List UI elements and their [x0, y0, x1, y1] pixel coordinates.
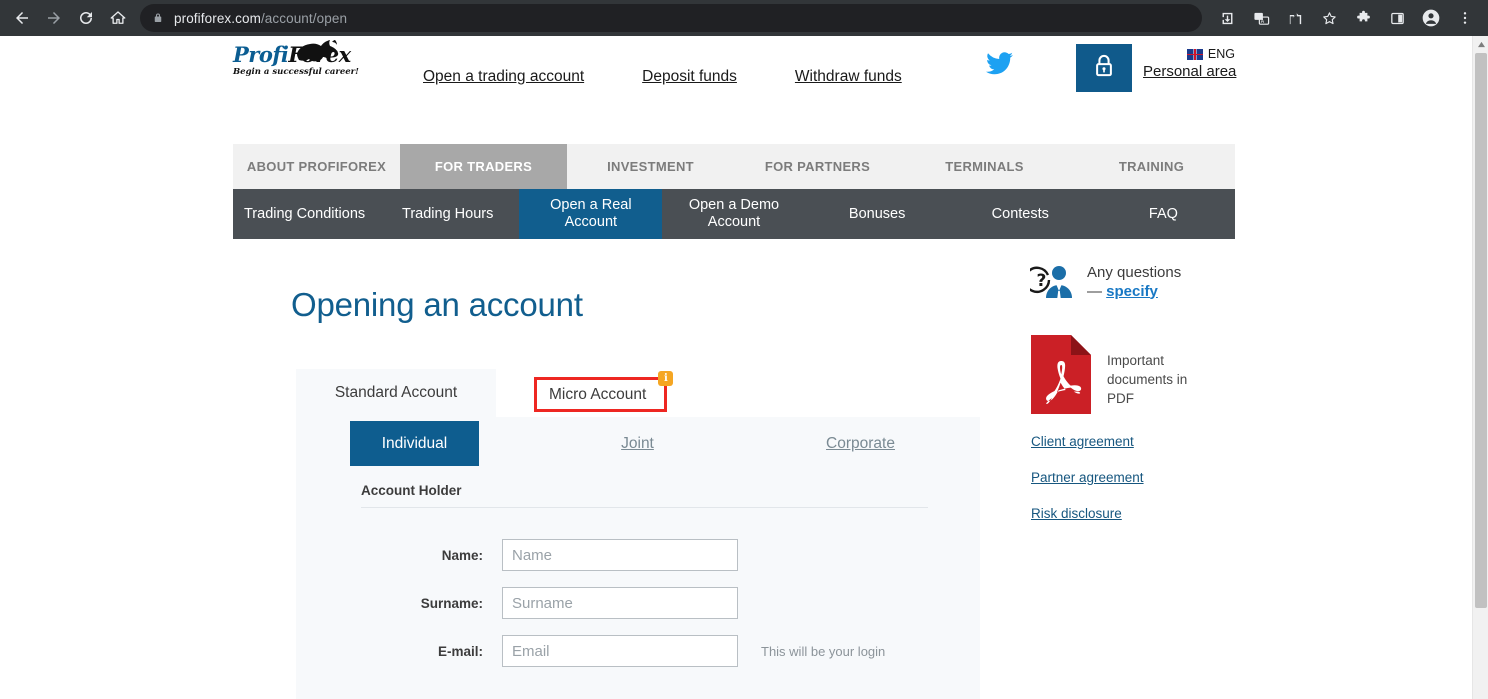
install-app-icon[interactable] [1210, 2, 1244, 34]
logo-profi: Profi [233, 42, 289, 67]
personal-area-link[interactable]: Personal area [1143, 63, 1236, 80]
surname-input[interactable] [502, 587, 738, 619]
nav-item-terminals[interactable]: TERMINALS [901, 144, 1068, 189]
profile-avatar-icon[interactable] [1414, 2, 1448, 34]
any-questions-line1: Any questions [1087, 263, 1182, 281]
any-questions-text: Any questions — specify [1087, 264, 1181, 301]
questions-dash: — [1087, 282, 1107, 300]
specify-link[interactable]: specify [1106, 283, 1158, 300]
forward-arrow-icon[interactable] [38, 2, 70, 34]
header-link-withdraw-funds[interactable]: Withdraw funds [795, 68, 902, 86]
url-path: /account/open [260, 10, 348, 26]
nav-item-for-partners[interactable]: FOR PARTNERS [734, 144, 901, 189]
tab-micro-account-label: Micro Account [549, 386, 647, 403]
back-arrow-icon[interactable] [6, 2, 38, 34]
scrollbar-thumb[interactable] [1475, 53, 1487, 608]
browser-toolbar: profiforex.com/account/open A [0, 0, 1488, 36]
email-hint: This will be your login [761, 643, 886, 659]
site-header-area: ProfiForex Begin a successful career! Op… [0, 36, 1472, 699]
header-links: Open a trading account Deposit funds Wit… [423, 68, 902, 86]
address-bar[interactable]: profiforex.com/account/open [140, 4, 1202, 32]
subnav-item-faq[interactable]: FAQ [1092, 189, 1235, 239]
holder-type-tabs: Individual Joint Corporate [296, 421, 980, 471]
pdf-documents-block[interactable]: Important documents in PDF [1031, 335, 1199, 419]
pdf-documents-text: Important documents in PDF [1107, 353, 1188, 407]
language-label: ENG [1207, 47, 1235, 61]
nav-item-about-profiforex[interactable]: ABOUT PROFIFOREX [233, 144, 400, 189]
scroll-up-arrow-icon[interactable] [1473, 36, 1488, 52]
account-type-tabs: Standard Account Micro Account i [296, 369, 980, 417]
personal-area-lock-button[interactable] [1076, 44, 1132, 92]
nav-item-training[interactable]: TRAINING [1068, 144, 1235, 189]
reload-icon[interactable] [70, 2, 102, 34]
side-panel-icon[interactable] [1380, 2, 1414, 34]
question-person-icon: ? [1023, 261, 1076, 304]
subnav-item-trading-hours[interactable]: Trading Hours [376, 189, 519, 239]
site-logo[interactable]: ProfiForex Begin a successful career! [233, 40, 359, 77]
subnav-item-trading-conditions[interactable]: Trading Conditions [233, 189, 376, 239]
language-block: ENG Personal area [1143, 46, 1236, 80]
holder-tab-joint[interactable]: Joint [573, 421, 702, 466]
language-selector[interactable]: ENG [1143, 46, 1235, 62]
url-host: profiforex.com [174, 10, 261, 26]
svg-text:?: ? [1037, 271, 1047, 291]
page-viewport: ProfiForex Begin a successful career! Op… [0, 36, 1472, 699]
account-holder-label: Account Holder [361, 483, 462, 498]
subnav-item-open-a-real-account[interactable]: Open a Real Account [519, 189, 663, 239]
tab-standard-account[interactable]: Standard Account [296, 369, 496, 417]
uk-flag-icon [1186, 48, 1203, 60]
main-navigation: ABOUT PROFIFOREX FOR TRADERS INVESTMENT … [233, 144, 1235, 189]
header-link-deposit-funds[interactable]: Deposit funds [642, 68, 737, 86]
tab-micro-account[interactable]: Micro Account i [534, 371, 674, 413]
header-link-open-trading-account[interactable]: Open a trading account [423, 68, 584, 86]
account-form-panel: Standard Account Micro Account i Individ… [296, 369, 980, 699]
holder-tab-corporate[interactable]: Corporate [796, 421, 925, 466]
share-icon[interactable] [1278, 2, 1312, 34]
section-divider [361, 507, 928, 508]
sub-navigation: Trading Conditions Trading Hours Open a … [233, 189, 1235, 239]
page-title: Opening an account [291, 286, 583, 324]
puzzle-extensions-icon[interactable] [1346, 2, 1380, 34]
star-icon[interactable] [1312, 2, 1346, 34]
field-email-label: E-mail: [437, 643, 483, 659]
nav-item-for-traders[interactable]: FOR TRADERS [400, 144, 567, 189]
subnav-item-contests[interactable]: Contests [949, 189, 1092, 239]
browser-actions: A [1210, 2, 1488, 34]
url-text: profiforex.com/account/open [174, 11, 347, 26]
field-name-label: Name: [441, 547, 483, 563]
three-dot-menu-icon[interactable] [1448, 2, 1482, 34]
subnav-item-open-a-demo-account[interactable]: Open a Demo Account [662, 189, 805, 239]
link-risk-disclosure[interactable]: Risk disclosure [1031, 506, 1144, 521]
holder-tab-individual[interactable]: Individual [350, 421, 479, 466]
info-badge-icon[interactable]: i [658, 371, 674, 386]
field-email: E-mail: This will be your login [296, 635, 980, 667]
home-icon[interactable] [102, 2, 134, 34]
pdf-document-icon [1031, 335, 1091, 419]
field-surname: Surname: [296, 587, 980, 619]
any-questions-line2: — specify [1087, 283, 1181, 302]
name-input[interactable] [502, 539, 738, 571]
any-questions-block: ? Any questions — specify [1023, 261, 1181, 304]
email-input[interactable] [502, 635, 738, 667]
translate-icon[interactable]: A [1244, 2, 1278, 34]
twitter-bird-icon[interactable] [986, 52, 1013, 80]
nav-item-investment[interactable]: INVESTMENT [567, 144, 734, 189]
bull-logo-icon [293, 38, 347, 69]
link-client-agreement[interactable]: Client agreement [1031, 434, 1144, 449]
page-scrollbar[interactable] [1472, 36, 1488, 699]
lock-icon [152, 11, 164, 25]
field-surname-label: Surname: [420, 595, 483, 611]
site-header: ProfiForex Begin a successful career! Op… [233, 36, 1236, 100]
subnav-item-bonuses[interactable]: Bonuses [806, 189, 949, 239]
field-name: Name: [296, 539, 980, 571]
link-partner-agreement[interactable]: Partner agreement [1031, 470, 1144, 485]
document-links: Client agreement Partner agreement Risk … [1031, 434, 1144, 542]
padlock-icon [1093, 53, 1115, 84]
